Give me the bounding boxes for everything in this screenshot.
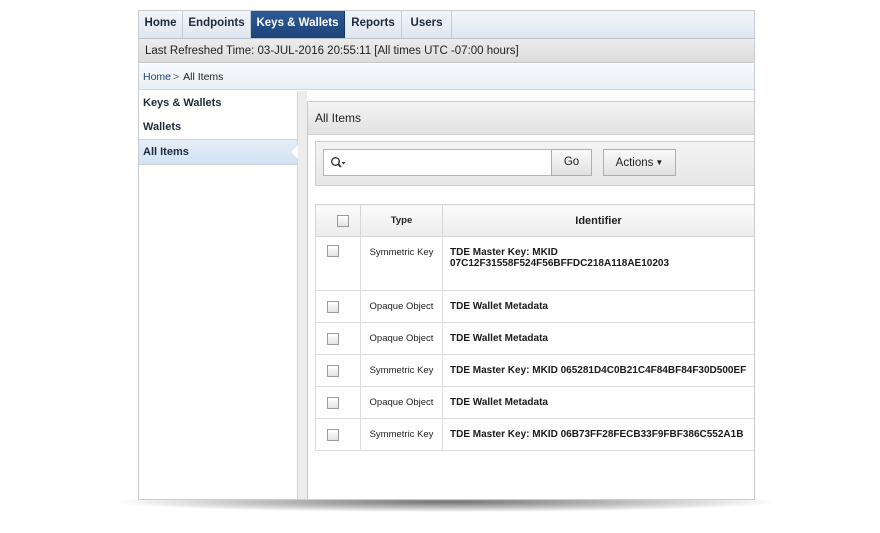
table-row: Opaque Object TDE Wallet Metadata bbox=[315, 386, 754, 419]
identifier-cell[interactable]: TDE Wallet Metadata bbox=[442, 386, 754, 419]
search-toolbar: Go Actions ▼ bbox=[315, 141, 754, 186]
table-row: Opaque Object TDE Wallet Metadata bbox=[315, 290, 754, 323]
table-row: Symmetric Key TDE Master Key: MKID 07C12… bbox=[315, 236, 754, 291]
row-checkbox[interactable] bbox=[327, 332, 339, 345]
identifier-cell[interactable]: TDE Wallet Metadata bbox=[442, 290, 754, 323]
table-row: Symmetric Key TDE Master Key: MKID 06B73… bbox=[315, 418, 754, 451]
identifier-line: 07C12F31558F524F56BFFDC218A118AE10203 bbox=[450, 258, 670, 269]
sidebar-splitter bbox=[298, 91, 307, 499]
region-title: All Items bbox=[308, 102, 754, 135]
sidebar-item-keys-wallets[interactable]: Keys & Wallets bbox=[139, 91, 297, 115]
identifier-cell[interactable]: TDE Master Key: MKID 07C12F31558F524F56B… bbox=[442, 236, 754, 291]
row-select-cell bbox=[315, 354, 361, 387]
identifier-line: TDE Master Key: MKID bbox=[450, 247, 558, 258]
type-cell: Symmetric Key bbox=[360, 354, 443, 387]
sidebar: Keys & Wallets Wallets All Items bbox=[139, 91, 298, 499]
main-tabs: Home Endpoints Keys & Wallets Reports Us… bbox=[139, 11, 754, 39]
table-row: Symmetric Key TDE Master Key: MKID 06528… bbox=[315, 354, 754, 387]
row-select-cell bbox=[315, 418, 361, 451]
column-header-identifier[interactable]: Identifier bbox=[442, 204, 754, 237]
type-cell: Symmetric Key bbox=[360, 418, 443, 451]
column-header-type[interactable]: Type bbox=[360, 204, 443, 237]
tab-reports[interactable]: Reports bbox=[345, 11, 402, 38]
go-button[interactable]: Go bbox=[551, 149, 592, 176]
row-checkbox[interactable] bbox=[327, 245, 339, 257]
select-all-header bbox=[315, 204, 361, 237]
table-row: Opaque Object TDE Wallet Metadata bbox=[315, 322, 754, 355]
identifier-cell[interactable]: TDE Master Key: MKID 06B73FF28FECB33F9FB… bbox=[442, 418, 754, 451]
type-cell: Opaque Object bbox=[360, 386, 443, 419]
chevron-down-icon: ▼ bbox=[655, 158, 664, 167]
breadcrumb-separator: > bbox=[173, 71, 180, 83]
breadcrumb: Home > All Items bbox=[139, 64, 754, 90]
tab-endpoints[interactable]: Endpoints bbox=[183, 11, 251, 38]
tab-home[interactable]: Home bbox=[139, 11, 183, 38]
row-checkbox[interactable] bbox=[327, 396, 339, 409]
select-all-checkbox[interactable] bbox=[337, 214, 349, 227]
row-checkbox[interactable] bbox=[327, 428, 339, 441]
identifier-cell[interactable]: TDE Master Key: MKID 065281D4C0B21C4F84B… bbox=[442, 354, 754, 387]
actions-menu-button[interactable]: Actions ▼ bbox=[603, 149, 676, 176]
breadcrumb-current: All Items bbox=[183, 71, 224, 83]
app-window: Home Endpoints Keys & Wallets Reports Us… bbox=[138, 10, 755, 500]
row-select-cell bbox=[315, 386, 361, 419]
actions-label: Actions bbox=[615, 157, 654, 169]
type-cell: Symmetric Key bbox=[360, 236, 443, 291]
row-select-cell bbox=[315, 290, 361, 323]
row-checkbox[interactable] bbox=[327, 364, 339, 377]
sidebar-item-wallets[interactable]: Wallets bbox=[139, 115, 297, 139]
items-table: Type Identifier Symmetric Key TDE Master… bbox=[315, 204, 754, 451]
search-input[interactable] bbox=[350, 152, 552, 175]
row-checkbox[interactable] bbox=[327, 300, 339, 313]
last-refreshed-bar: Last Refreshed Time: 03-JUL-2016 20:55:1… bbox=[139, 39, 754, 63]
sidebar-item-all-items[interactable]: All Items bbox=[139, 139, 298, 165]
all-items-region: All Items Go Actions ▼ Type Identifier S… bbox=[307, 101, 754, 499]
type-cell: Opaque Object bbox=[360, 290, 443, 323]
search-box bbox=[323, 149, 552, 176]
tab-keys-wallets[interactable]: Keys & Wallets bbox=[251, 11, 345, 38]
search-icon[interactable] bbox=[330, 156, 346, 170]
table-header-row: Type Identifier bbox=[315, 204, 754, 237]
tab-users[interactable]: Users bbox=[402, 11, 452, 38]
row-select-cell bbox=[315, 322, 361, 355]
identifier-cell[interactable]: TDE Wallet Metadata bbox=[442, 322, 754, 355]
breadcrumb-home-link[interactable]: Home bbox=[143, 71, 171, 83]
type-cell: Opaque Object bbox=[360, 322, 443, 355]
row-select-cell bbox=[315, 236, 361, 291]
